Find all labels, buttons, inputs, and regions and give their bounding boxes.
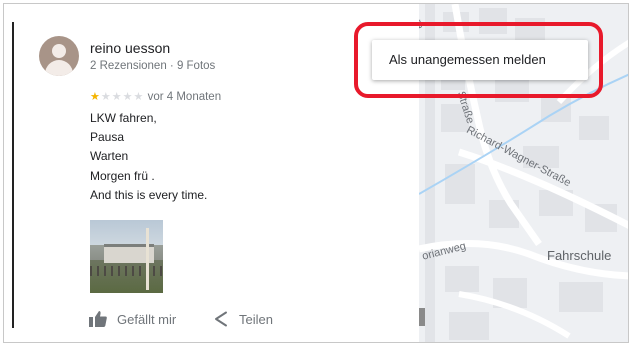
- photo-fence: [90, 266, 163, 276]
- star-icon: ★: [133, 91, 145, 103]
- review-photo[interactable]: [90, 220, 163, 293]
- share-icon: [215, 311, 227, 327]
- review-line: Pausa: [90, 130, 125, 145]
- avatar-body: [45, 60, 73, 76]
- review-line: Morgen frü .: [90, 168, 155, 183]
- star-icon: ★: [111, 91, 123, 103]
- star-icon: ★: [122, 91, 134, 103]
- star-icon: ★: [100, 91, 112, 103]
- map-poi-label[interactable]: Fahrschule: [547, 248, 611, 263]
- avatar-head: [52, 44, 66, 58]
- left-rule: [12, 22, 14, 328]
- author-name[interactable]: reino uesson: [90, 40, 170, 56]
- review-time: vor 4 Monaten: [147, 91, 222, 103]
- author-meta: 2 Rezensionen · 9 Fotos: [90, 60, 216, 72]
- review-text: LKW fahren, Pausa Warten Morgen frü . An…: [90, 109, 207, 205]
- share-button[interactable]: Teilen: [212, 310, 273, 328]
- rating-row: ★★★★★ vor 4 Monaten: [90, 90, 221, 103]
- like-button[interactable]: Gefällt mir: [88, 310, 176, 328]
- context-menu: Als unangemessen melden: [372, 40, 588, 80]
- review-line: And this is every time.: [90, 187, 208, 202]
- photo-pole: [146, 228, 149, 290]
- screenshot-frame: reino uesson 2 Rezensionen · 9 Fotos ★★★…: [3, 3, 629, 343]
- review-panel: reino uesson 2 Rezensionen · 9 Fotos ★★★…: [22, 8, 419, 338]
- report-menu-item[interactable]: Als unangemessen melden: [389, 52, 546, 67]
- star-icon: ★: [90, 91, 101, 103]
- like-label: Gefällt mir: [117, 311, 177, 327]
- thumb-up-icon: [89, 311, 107, 327]
- share-label: Teilen: [239, 311, 273, 327]
- avatar[interactable]: [39, 36, 79, 76]
- review-line: Warten: [90, 149, 129, 164]
- review-line: LKW fahren,: [90, 111, 157, 125]
- scrollbar-thumb[interactable]: [419, 308, 425, 326]
